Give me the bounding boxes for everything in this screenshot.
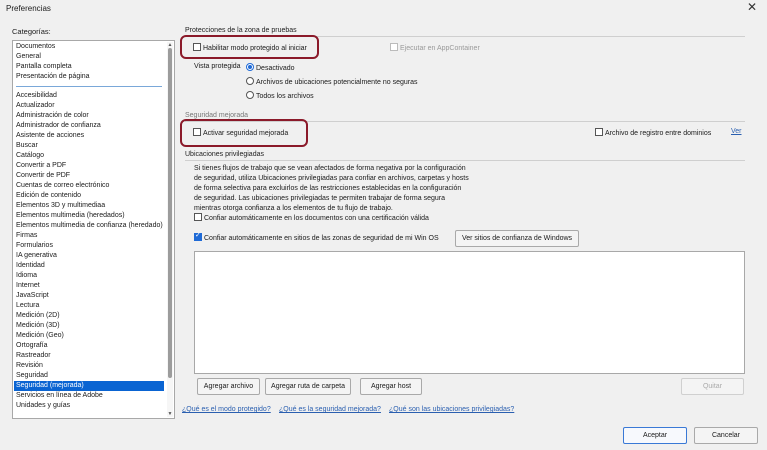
radio-off[interactable]: Desactivado [246,63,295,72]
category-item[interactable]: Rastreador [16,351,51,361]
category-item[interactable]: Revisión [16,361,43,371]
view-windows-trusted-sites-button[interactable]: Ver sitios de confianza de Windows [455,230,579,247]
category-item[interactable]: Ortografía [16,341,48,351]
trust-os-zones-checkbox[interactable]: Confiar automáticamente en sitios de las… [194,231,439,242]
description-line: Si tienes flujos de trabajo que se vean … [194,165,466,172]
category-item[interactable]: Actualizador [16,101,55,111]
protected-mode-checkbox[interactable]: Habilitar modo protegido al iniciar [193,43,307,52]
category-item[interactable]: Administración de color [16,111,89,121]
radio-label: Desactivado [256,65,295,72]
radio-button[interactable] [246,63,254,71]
category-item[interactable]: Medición (2D) [16,311,60,321]
categories-list[interactable]: Documentos General Pantalla completa Presen… [12,40,175,419]
window-title: Preferencias [6,4,51,13]
radio-label: Archivos de ubicaciones potencialmente n… [256,79,418,86]
category-item[interactable]: Medición (3D) [16,321,60,331]
category-separator [16,86,162,87]
scroll-down-icon[interactable]: ▼ [167,411,173,417]
categories-label: Categorías: [12,27,51,36]
category-item[interactable]: Edición de contenido [16,191,81,201]
category-item[interactable]: Asistente de acciones [16,131,84,141]
appcontainer-label: Ejecutar en AppContainer [400,45,480,52]
category-item[interactable]: Formularios [16,241,53,251]
privileged-divider [185,160,745,161]
trust-certified-checkbox[interactable]: Confiar automáticamente en los documento… [194,213,429,222]
privileged-group-title: Ubicaciones privilegiadas [185,151,264,158]
category-item[interactable]: Elementos 3D y multimediaa [16,201,105,211]
add-file-button[interactable]: Agregar archivo [197,378,260,395]
category-item[interactable]: Lectura [16,301,39,311]
radio-label: Todos los archivos [256,93,314,100]
scrollbar-thumb[interactable] [168,48,172,378]
categories-scrollbar[interactable]: ▲ ▼ [167,42,173,417]
category-item[interactable]: Accesibilidad [16,91,57,101]
radio-all-files[interactable]: Todos los archivos [246,91,314,100]
appcontainer-checkbox: Ejecutar en AppContainer [390,43,480,52]
cross-domain-log-checkbox[interactable]: Archivo de registro entre dominios [595,128,711,137]
close-icon[interactable]: ✕ [744,0,760,14]
category-item[interactable]: Cuentas de correo electrónico [16,181,109,191]
view-log-link[interactable]: Ver [731,128,742,135]
add-folder-path-button[interactable]: Agregar ruta de carpeta [265,378,351,395]
checkbox-box[interactable] [194,213,202,221]
radio-unsafe-locations[interactable]: Archivos de ubicaciones potencialmente n… [246,77,418,86]
category-item[interactable]: Internet [16,281,40,291]
remove-button: Quitar [681,378,744,395]
category-item[interactable]: Unidades y guías [16,401,70,411]
category-item[interactable]: Pantalla completa [16,62,72,72]
radio-button[interactable] [246,91,254,99]
trust-certified-label: Confiar automáticamente en los documento… [204,215,429,222]
trust-os-zones-label: Confiar automáticamente en sitios de las… [204,235,439,242]
protected-view-label: Vista protegida [194,63,241,70]
enhanced-group-title: Seguridad mejorada [185,112,249,119]
category-item[interactable]: Elementos multimedia (heredados) [16,211,125,221]
help-link-enhanced-security[interactable]: ¿Qué es la seguridad mejorada? [279,406,381,413]
category-item[interactable]: Buscar [16,141,38,151]
cancel-button[interactable]: Cancelar [694,427,758,444]
radio-button[interactable] [246,77,254,85]
category-item[interactable]: Catálogo [16,151,44,161]
category-item[interactable]: Idioma [16,271,37,281]
checkbox-box [390,43,398,51]
sandbox-group-title: Protecciones de la zona de pruebas [185,27,297,34]
enhanced-security-checkbox[interactable]: Activar seguridad mejorada [193,128,288,137]
category-item[interactable]: Medición (Geo) [16,331,64,341]
category-item[interactable]: Identidad [16,261,45,271]
category-item[interactable]: Convertir de PDF [16,171,70,181]
category-item[interactable]: Servicios en línea de Adobe [16,391,103,401]
category-item[interactable]: Convertir a PDF [16,161,66,171]
accept-button[interactable]: Aceptar [623,427,687,444]
checkbox-box[interactable] [193,43,201,51]
checkbox-box[interactable] [595,128,603,136]
category-item[interactable]: Seguridad [16,371,48,381]
help-link-privileged-locations[interactable]: ¿Qué son las ubicaciones privilegiadas? [389,406,514,413]
category-item[interactable]: JavaScript [16,291,49,301]
description-line: de seguridad. Las ubicaciones privilegia… [194,195,445,202]
checkbox-box-checked[interactable] [194,231,202,241]
category-item[interactable]: General [16,52,41,62]
description-line: de seguridad, utiliza Ubicaciones privil… [194,175,469,182]
category-item[interactable]: Presentación de página [16,72,90,82]
help-link-protected-mode[interactable]: ¿Qué es el modo protegido? [182,406,271,413]
add-host-button[interactable]: Agregar host [360,378,422,395]
category-item[interactable]: Elementos multimedia de confianza (hered… [16,221,163,231]
category-item[interactable]: IA generativa [16,251,57,261]
category-item[interactable]: Documentos [16,42,55,52]
protected-mode-label: Habilitar modo protegido al iniciar [203,45,307,52]
privileged-description: Si tienes flujos de trabajo que se vean … [194,164,474,214]
category-item[interactable]: Firmas [16,231,37,241]
privileged-locations-list[interactable] [194,251,745,374]
description-line: de forma selectiva para excluirlos de la… [194,185,462,192]
category-item[interactable]: Administrador de confianza [16,121,101,131]
enhanced-security-label: Activar seguridad mejorada [203,130,289,137]
cross-domain-log-label: Archivo de registro entre dominios [605,130,712,137]
category-item-selected[interactable]: Seguridad (mejorada) [14,381,164,391]
checkbox-box[interactable] [193,128,201,136]
